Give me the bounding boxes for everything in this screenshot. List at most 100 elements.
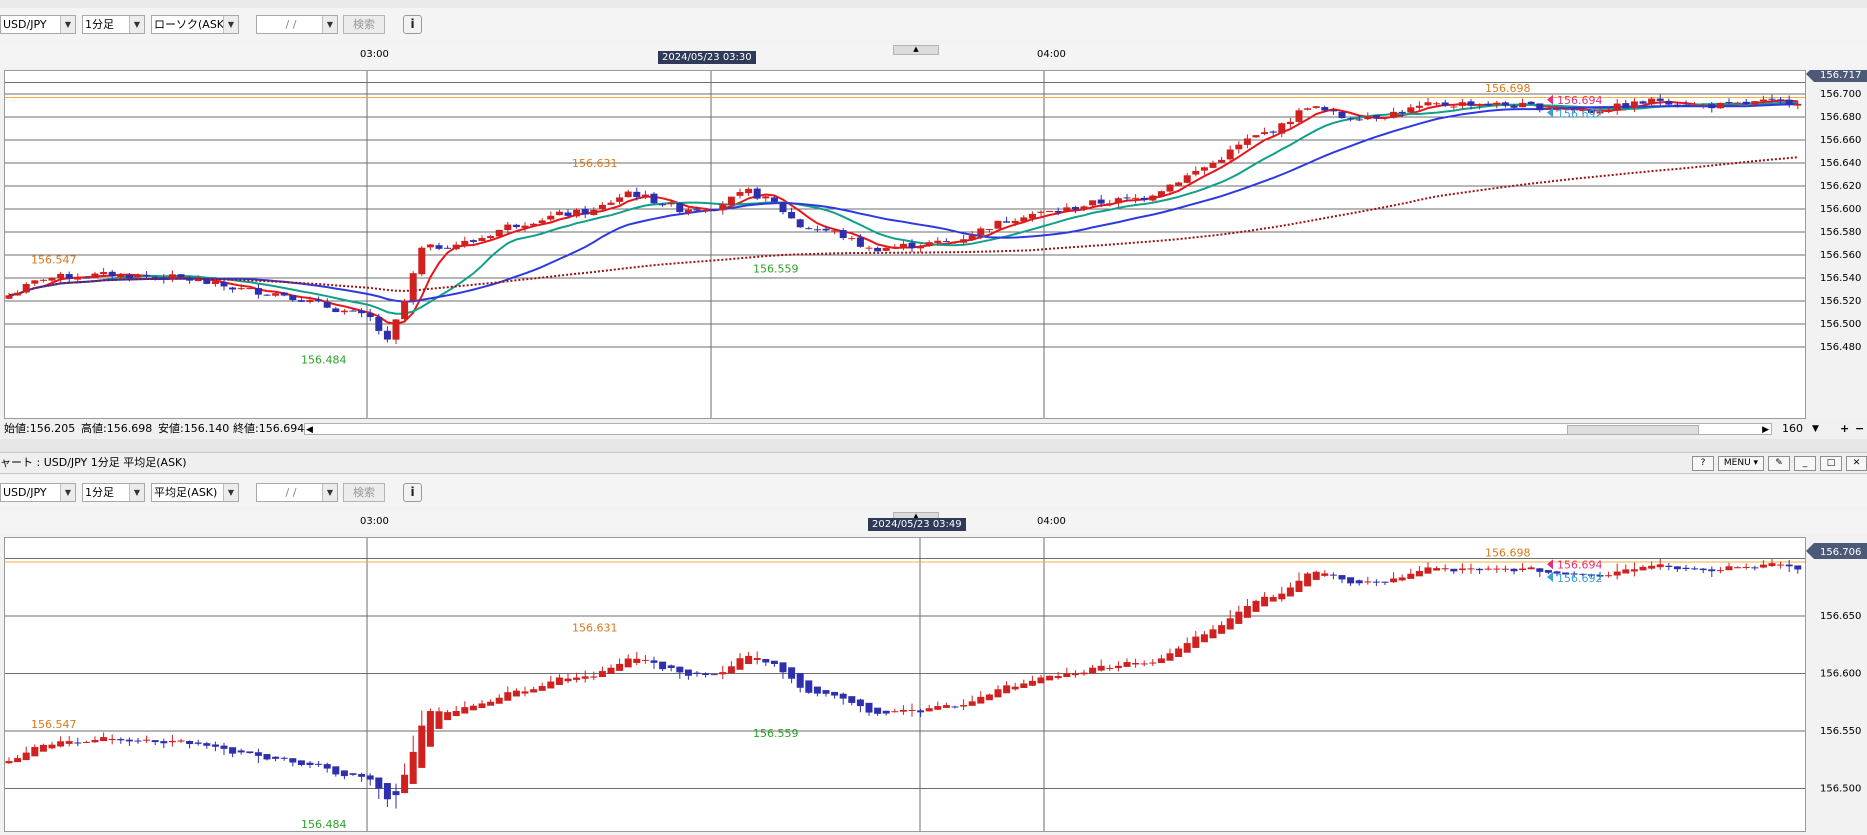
scroll-right-icon[interactable]: ▶: [1762, 420, 1769, 440]
candle-body: [745, 655, 753, 665]
candle-body: [1175, 182, 1183, 186]
candle-body: [1544, 570, 1552, 573]
bid-label: 156.692: [1557, 108, 1603, 121]
top-search-button[interactable]: 検索: [343, 15, 385, 34]
price-tick-label: 156.580: [1820, 227, 1861, 238]
candle-body: [1536, 568, 1544, 572]
candle-body: [1243, 138, 1251, 145]
top-chart-plot[interactable]: 156.547 156.484 156.631 156.559 156.698 156.6…: [4, 70, 1806, 419]
candle-body: [1777, 99, 1785, 101]
candle-body: [1493, 102, 1501, 105]
candle-body: [1630, 569, 1638, 572]
candle-body: [1071, 673, 1079, 676]
status-high: 高値:156.698: [81, 422, 153, 435]
price-tick-label: 156.600: [1820, 669, 1861, 680]
candle-body: [994, 220, 1002, 229]
candle-body: [375, 777, 383, 789]
candle-body: [1742, 101, 1750, 105]
chevron-down-icon[interactable]: ▼: [1812, 419, 1819, 439]
candle-body: [48, 277, 56, 281]
high-label: 156.547: [31, 254, 77, 267]
bottom-date-field[interactable]: / / ▼: [256, 483, 338, 502]
candle-body: [753, 188, 761, 199]
close-button[interactable]: ✕: [1846, 456, 1867, 471]
maximize-button[interactable]: □: [1820, 456, 1842, 471]
bottom-pair-select[interactable]: USD/JPY ▼: [0, 483, 76, 502]
candle-body: [1407, 573, 1415, 579]
candle-body: [1734, 102, 1742, 104]
top-date-field[interactable]: / / ▼: [256, 15, 338, 34]
candle-body: [1527, 101, 1535, 105]
top-toolbar: USD/JPY ▼ 1分足 ▼ ローソク(ASK) ▼ / / ▼ 検索 i: [0, 8, 1867, 40]
candle-body: [1493, 568, 1501, 570]
candle-body: [1716, 570, 1724, 572]
candle-body: [1390, 578, 1398, 583]
candle-body: [1054, 676, 1062, 679]
candle-body: [1321, 107, 1329, 111]
candle-body: [134, 740, 142, 742]
top-candle-chart: 156.547 156.484 156.631 156.559 156.698 156.6…: [5, 71, 1805, 418]
menu-button[interactable]: MENU ▾: [1718, 456, 1764, 471]
price-tick-label: 156.620: [1820, 181, 1861, 192]
candle-body: [925, 242, 933, 246]
candle-body: [409, 751, 417, 784]
bottom-date-value: / /: [285, 486, 297, 499]
bottom-charttype-value: 平均足(ASK): [154, 486, 218, 499]
bottom-timeframe-select[interactable]: 1分足 ▼: [82, 483, 145, 502]
candle-body: [469, 705, 477, 711]
bottom-charttype-select[interactable]: 平均足(ASK) ▼: [151, 483, 239, 502]
candle-body: [366, 775, 374, 780]
price-tick-label: 156.660: [1820, 135, 1861, 146]
candle-body: [246, 751, 254, 754]
minimize-button[interactable]: _: [1794, 456, 1816, 471]
scroll-left-icon[interactable]: ◀: [306, 420, 313, 440]
candle-body: [530, 689, 538, 693]
candle-body: [108, 738, 116, 740]
zoom-out-icon[interactable]: −: [1855, 419, 1864, 439]
candle-body: [573, 677, 581, 680]
candle-body: [487, 701, 495, 706]
candle-body: [220, 745, 228, 749]
low-label: 156.484: [301, 353, 347, 366]
info-icon[interactable]: i: [403, 483, 422, 502]
candle-body: [48, 744, 56, 749]
pen-icon[interactable]: ✎: [1768, 456, 1790, 471]
candle-body: [211, 281, 219, 284]
candle-body: [788, 667, 796, 679]
top-pair-value: USD/JPY: [3, 18, 47, 31]
candle-body: [1355, 119, 1363, 121]
candle-body: [1037, 677, 1045, 684]
candle-body: [1286, 587, 1294, 597]
candle-body: [1261, 132, 1269, 135]
candle-body: [874, 247, 882, 252]
help-button[interactable]: ?: [1692, 456, 1714, 471]
candle-body: [1054, 211, 1062, 213]
candle-body: [1020, 217, 1028, 222]
candle-body: [942, 705, 950, 708]
candle-body: [478, 238, 486, 242]
status-close: 終値:156.694: [233, 422, 305, 435]
collapse-arrow-icon[interactable]: ▲: [893, 45, 939, 55]
bottom-search-button[interactable]: 検索: [343, 483, 385, 502]
info-icon[interactable]: i: [403, 15, 422, 34]
scroll-thumb[interactable]: [1567, 425, 1699, 435]
candle-body: [882, 247, 890, 251]
candle-body: [1140, 663, 1148, 665]
candle-body: [125, 739, 133, 742]
bottom-time-axis: ▲ 03:00 04:00 2024/05/23 03:49: [0, 512, 1867, 534]
candle-body: [435, 711, 443, 729]
candle-body: [512, 690, 520, 697]
top-time-axis: ▲ 03:00 04:00 2024/05/23 03:30: [0, 45, 1867, 67]
top-pair-select[interactable]: USD/JPY ▼: [0, 15, 76, 34]
ask-label: 156.694: [1557, 558, 1603, 571]
top-charttype-select[interactable]: ローソク(ASK) ▼: [151, 15, 239, 34]
candle-body: [375, 317, 383, 331]
candle-body: [1673, 104, 1681, 106]
candle-body: [624, 658, 632, 668]
bottom-chart-plot[interactable]: 156.547 156.484 156.631 156.559 156.698 156.6…: [4, 537, 1806, 832]
candle-body: [555, 677, 563, 685]
candle-body: [1458, 568, 1466, 571]
top-timeframe-select[interactable]: 1分足 ▼: [82, 15, 145, 34]
zoom-in-icon[interactable]: +: [1840, 419, 1849, 439]
horizontal-scrollbar[interactable]: ◀ ▶: [304, 423, 1772, 435]
